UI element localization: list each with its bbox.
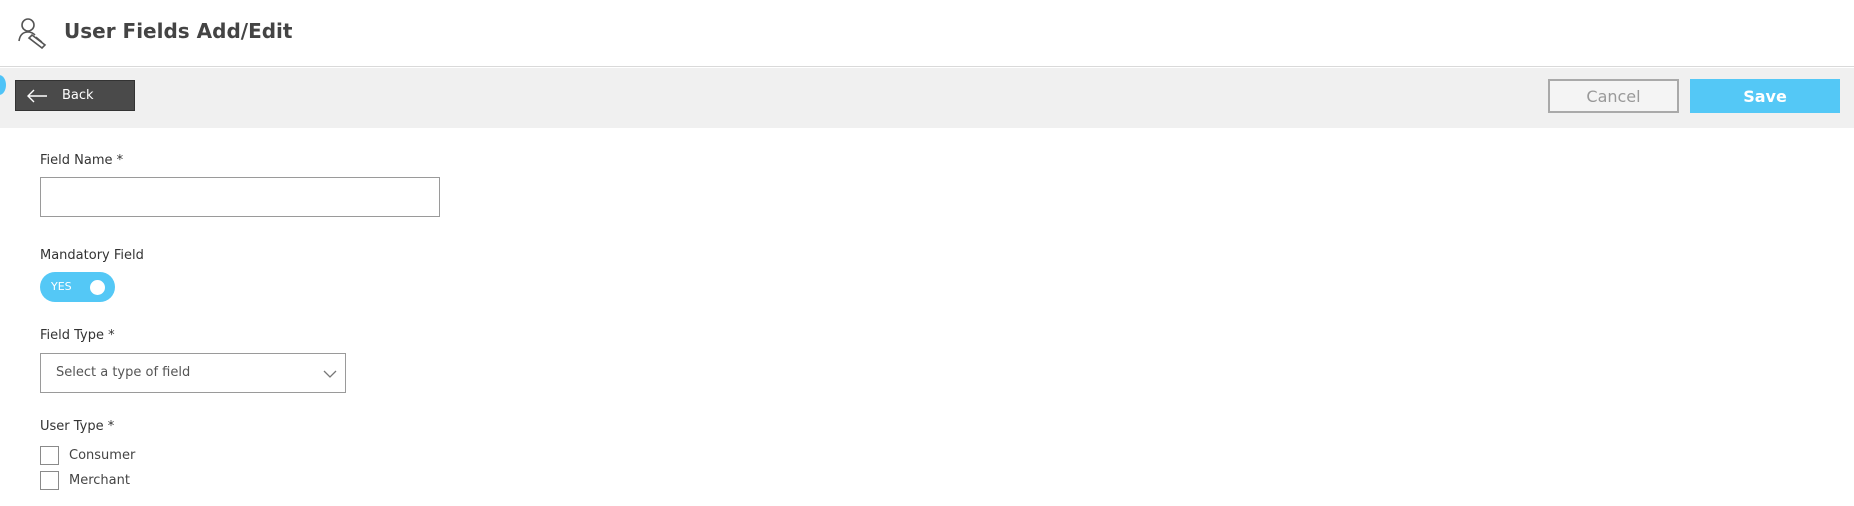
save-button[interactable]: Save [1690, 79, 1840, 113]
field-type-placeholder: Select a type of field [56, 365, 191, 380]
user-type-label: User Type * [40, 419, 115, 434]
merchant-checkbox[interactable] [40, 470, 59, 490]
page-header: User Fields Add/Edit [0, 0, 1854, 67]
page-title: User Fields Add/Edit [64, 19, 293, 43]
user-type-option-merchant[interactable]: Merchant [40, 470, 130, 490]
consumer-checkbox[interactable] [40, 445, 59, 465]
arrow-left-icon [27, 89, 47, 102]
user-type-option-consumer[interactable]: Consumer [40, 445, 135, 465]
field-type-select[interactable]: Select a type of field [40, 353, 346, 393]
field-name-input[interactable] [40, 177, 440, 217]
mandatory-field-label: Mandatory Field [40, 248, 144, 263]
save-button-label: Save [1743, 86, 1787, 106]
consumer-checkbox-label: Consumer [69, 447, 136, 463]
field-name-label: Field Name * [40, 153, 124, 168]
toggle-knob [90, 280, 105, 295]
cancel-button-label: Cancel [1586, 86, 1641, 106]
mandatory-toggle[interactable]: YES [40, 272, 115, 302]
back-button-label: Back [62, 88, 94, 103]
cancel-button[interactable]: Cancel [1548, 79, 1679, 113]
merchant-checkbox-label: Merchant [69, 472, 130, 488]
chevron-down-icon [323, 370, 337, 378]
user-fields-icon [18, 18, 47, 49]
field-type-label: Field Type * [40, 328, 115, 343]
back-button[interactable]: Back [15, 80, 135, 111]
mandatory-toggle-text: YES [51, 280, 72, 293]
